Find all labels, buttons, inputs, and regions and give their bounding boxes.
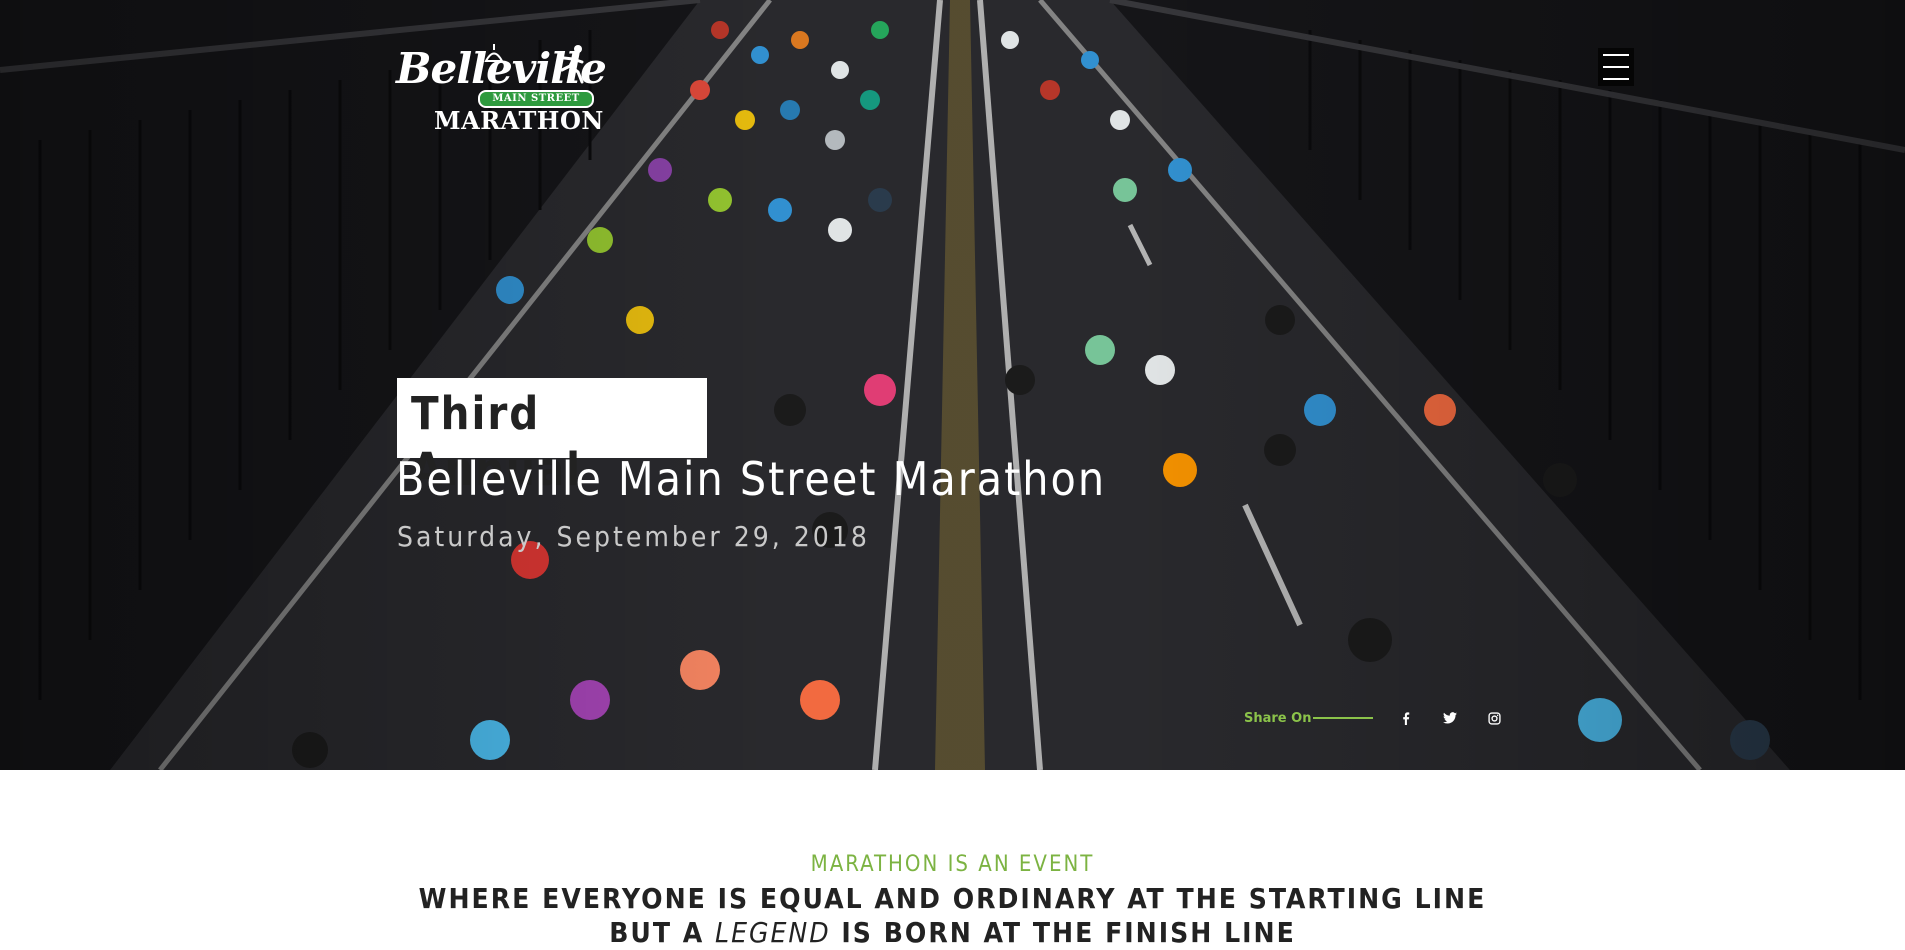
intro-headline: WHERE EVERYONE IS EQUAL AND ORDINARY AT … (0, 882, 1905, 950)
intro-headline-line2: BUT A LEGEND IS BORN AT THE FINISH LINE (0, 916, 1905, 950)
hero-date: Saturday, September 29, 2018 (397, 520, 870, 553)
intro-headline-line1: WHERE EVERYONE IS EQUAL AND ORDINARY AT … (418, 882, 1487, 915)
hero-background-image (0, 0, 1905, 770)
share-divider-line (1313, 717, 1374, 719)
hero-section: Belleville MAIN STREET MARATHON Third An… (0, 0, 1905, 770)
hero-title: Belleville Main Street Marathon (396, 452, 1107, 506)
intro-section: MARATHON IS AN EVENT WHERE EVERYONE IS E… (0, 770, 1905, 949)
intro-line2-prefix: BUT A (609, 916, 716, 949)
logo-wordmark: MARATHON (434, 106, 604, 135)
share-label: Share On (1244, 710, 1312, 726)
intro-kicker: MARATHON IS AN EVENT (810, 852, 1095, 877)
logo-script-text: Belleville (396, 44, 607, 93)
hero-tag-box: Third Annual (397, 378, 707, 496)
twitter-icon[interactable] (1439, 708, 1461, 728)
site-logo[interactable]: Belleville MAIN STREET MARATHON (396, 44, 607, 135)
instagram-icon[interactable] (1483, 708, 1505, 728)
facebook-icon[interactable] (1395, 708, 1417, 728)
intro-line2-suffix: IS BORN AT THE FINISH LINE (830, 916, 1296, 949)
intro-line2-emphasis: LEGEND (715, 916, 831, 949)
hamburger-menu-icon[interactable] (1598, 48, 1634, 86)
share-bar: Share On (1244, 708, 1505, 728)
